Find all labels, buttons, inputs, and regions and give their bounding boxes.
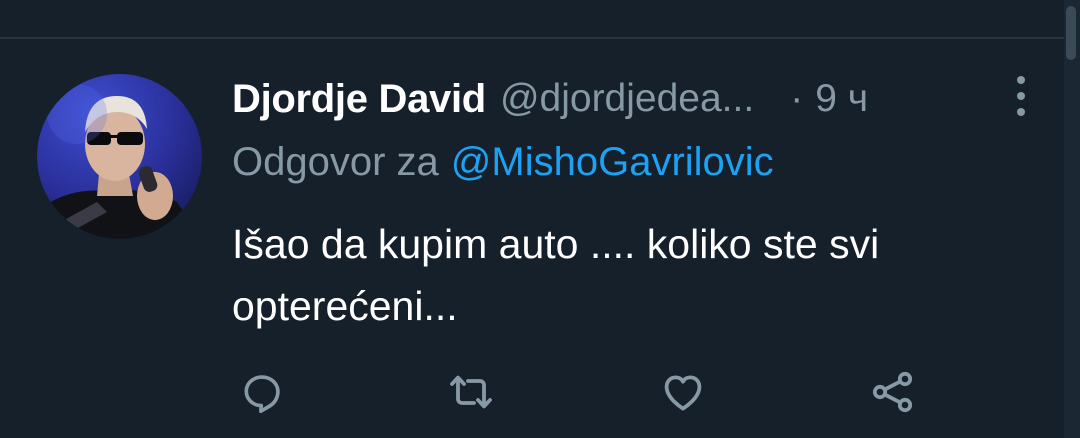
avatar[interactable] [37,74,202,239]
tweet-timestamp[interactable]: 9 ч [815,77,868,121]
avatar-image [37,74,202,239]
tweet-text: Išao da kupim auto .... koliko ste svi o… [232,221,880,329]
scrollbar-track[interactable] [1064,0,1080,438]
like-button[interactable] [659,368,707,416]
share-button[interactable] [869,368,917,416]
scrollbar-thumb[interactable] [1066,6,1076,60]
tweet-actions [0,360,1064,420]
reply-prefix: Odgovor za [232,140,439,184]
more-dot [1017,92,1025,100]
like-icon [664,375,702,411]
top-divider [0,37,1064,39]
more-dot [1017,76,1025,84]
more-options-icon[interactable] [1006,76,1036,116]
reply-button[interactable] [238,368,286,416]
header-separator: · [790,77,804,120]
tweet-screen: Djordje David @djordjedea... · 9 ч Odgov… [0,0,1080,438]
author-name[interactable]: Djordje David [232,77,486,122]
more-dot [1017,108,1025,116]
reply-mention-link[interactable]: @MishoGavrilovic [451,140,774,184]
tweet-header: Djordje David @djordjedea... · 9 ч [232,74,868,124]
reply-icon [244,375,280,413]
reply-context: Odgovor za @MishoGavrilovic [232,140,774,185]
share-icon [872,371,913,413]
retweet-button[interactable] [447,368,495,416]
author-handle[interactable]: @djordjedea... [500,77,754,121]
retweet-icon [450,375,492,409]
